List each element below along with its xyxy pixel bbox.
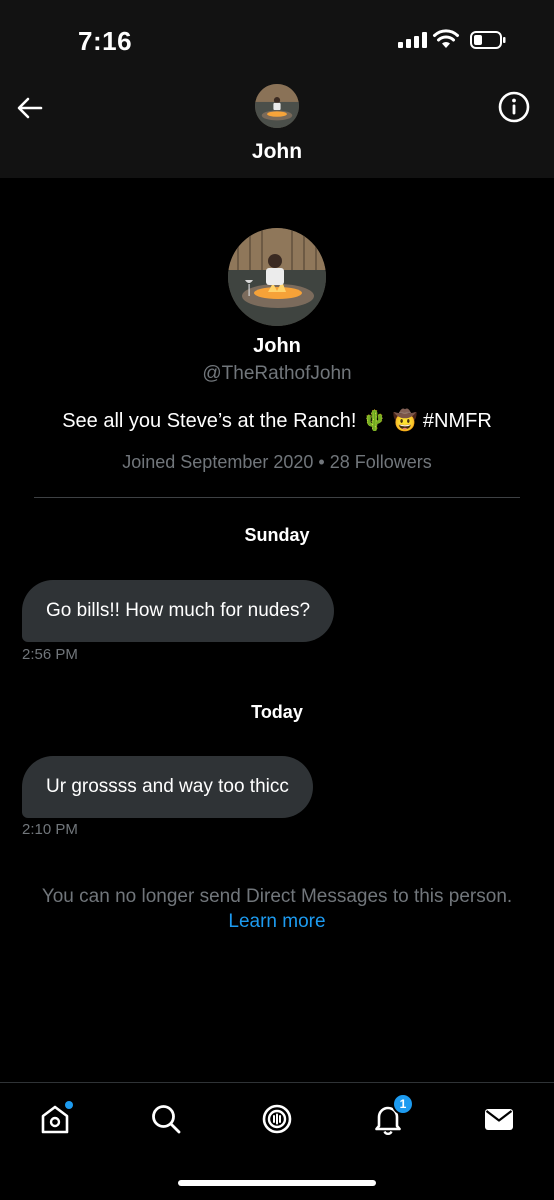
divider [34, 497, 520, 498]
tab-home[interactable] [35, 1099, 75, 1139]
home-indicator[interactable] [178, 1180, 376, 1186]
day-separator: Sunday [244, 525, 310, 545]
profile-photo-icon [255, 84, 299, 128]
header-avatar[interactable] [255, 84, 299, 128]
profile-name: John [253, 335, 301, 357]
wifi-icon [433, 29, 459, 48]
battery-icon [470, 31, 506, 49]
search-icon [152, 1105, 181, 1134]
tab-spaces[interactable] [257, 1099, 297, 1139]
header-name: John [251, 140, 303, 163]
tab-notifications[interactable]: 1 [368, 1093, 414, 1139]
profile-photo-icon [228, 228, 326, 326]
message-bubble[interactable]: Ur grossss and way too thicc [22, 756, 313, 818]
status-bar: 7:16 [0, 0, 554, 72]
message-timestamp: 2:10 PM [22, 821, 78, 838]
tab-messages[interactable] [479, 1099, 519, 1139]
message-timestamp: 2:56 PM [22, 646, 78, 663]
home-unread-dot [65, 1101, 73, 1109]
messages-icon [485, 1109, 513, 1130]
learn-more-link[interactable]: Learn more [0, 911, 554, 933]
arrow-left-icon [17, 97, 43, 119]
profile-meta: Joined September 2020 • 28 Followers [122, 452, 432, 472]
day-separator: Today [251, 702, 303, 722]
profile-avatar[interactable] [228, 228, 326, 326]
conversation-header: John [0, 72, 554, 178]
info-icon [498, 91, 530, 123]
profile-handle[interactable]: @TheRathofJohn [0, 363, 554, 385]
status-time: 7:16 [78, 26, 133, 56]
tab-search[interactable] [146, 1099, 186, 1139]
spaces-icon [262, 1104, 292, 1134]
notifications-badge: 1 [392, 1093, 414, 1115]
message-bubble[interactable]: Go bills!! How much for nudes? [22, 580, 335, 642]
back-button[interactable] [12, 90, 48, 126]
cannot-message-notice: You can no longer send Direct Messages t… [41, 886, 513, 907]
info-button[interactable] [496, 89, 532, 125]
profile-bio: See all you Steve’s at the Ranch! 🌵 🤠 #N… [62, 410, 492, 432]
cellular-signal-icon [398, 32, 427, 48]
